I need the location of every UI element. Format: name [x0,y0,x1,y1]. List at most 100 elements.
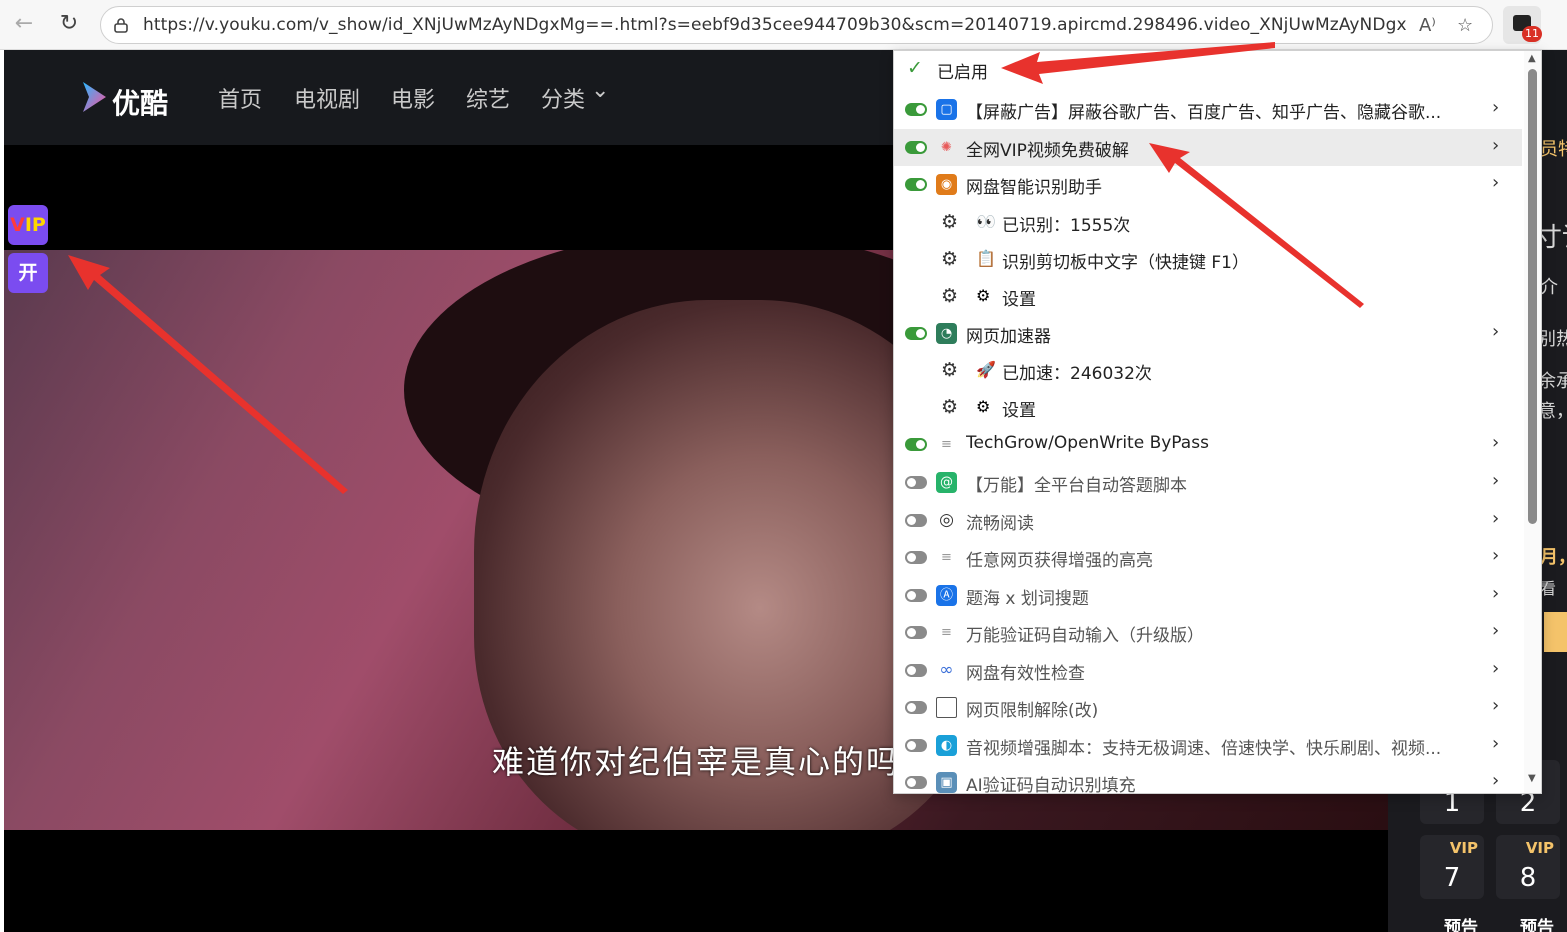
script-label: 网盘智能识别助手 [966,178,1102,198]
back-icon[interactable]: ← [10,10,38,38]
site-info-icon[interactable] [113,17,129,33]
open-float-button[interactable]: 开 [8,253,48,293]
script-row[interactable]: ≡ 万能验证码自动输入（升级版） › [894,614,1522,651]
script-submenu-row[interactable]: ⚙ 🚀 已加速：246032次 [894,352,1522,389]
chevron-right-icon[interactable]: › [1492,172,1499,193]
nav-tv[interactable]: 电视剧 [294,82,360,114]
script-row[interactable]: ≡ TechGrow/OpenWrite ByPass › [894,426,1522,463]
player-letterbox-bottom [4,830,1388,932]
side-fragment: 看 [1540,579,1557,598]
script-row[interactable]: ▯ 网页限制解除(改) › [894,689,1522,726]
extension-button[interactable]: 11 [1503,6,1542,44]
vip-float-button[interactable]: VIP [8,205,48,245]
script-row[interactable]: ≡ 任意网页获得增强的高亮 › [894,539,1522,576]
side-fragment: 月， [1540,547,1567,568]
page-icon: ▯ [936,697,957,718]
toggle-knob [907,703,916,712]
chevron-right-icon[interactable]: › [1492,695,1499,716]
preview-label[interactable]: 预告 [1520,913,1554,932]
scroll-thumb[interactable] [1528,69,1537,524]
chevron-right-icon[interactable]: › [1492,658,1499,679]
reload-icon[interactable]: ↻ [55,10,83,38]
episode-tile[interactable]: VIP 8 [1496,835,1560,899]
script-submenu-row[interactable]: ⚙ 📋 识别剪切板中文字（快捷键 F1） [894,241,1522,278]
enabled-row[interactable]: ✓ 已启用 [894,51,1522,88]
eye-icon: ◎ [939,509,954,530]
chevron-right-icon[interactable]: › [1492,583,1499,604]
url-text[interactable]: https://v.youku.com/v_show/id_XNjUwMzAyN… [143,15,1408,35]
script-label: 题海 x 划词搜题 [966,588,1089,609]
youku-logo[interactable]: 优酷 [80,80,168,120]
script-label: 流畅阅读 [966,513,1034,534]
script-row[interactable]: ▢ 【屏蔽广告】屏蔽谷歌广告、百度广告、知乎广告、隐藏谷歌... › [894,91,1522,128]
script-row[interactable]: ◎ 流畅阅读 › [894,502,1522,539]
scroll-up-icon[interactable]: ▲ [1528,53,1536,64]
script-toggle[interactable] [905,701,927,714]
scroll-down-icon[interactable]: ▼ [1528,773,1536,784]
vip-ip-letters: IP [24,214,46,236]
script-toggle[interactable] [905,776,927,789]
script-toggle[interactable] [905,103,927,116]
script-toggle[interactable] [905,551,927,564]
script-row[interactable]: ◔ 网页加速器 › [894,315,1522,352]
script-toggle[interactable] [905,513,927,527]
script-row[interactable]: ◐ 音视频增强脚本：支持无极调速、倍速快学、快乐刷剧、视频... › [894,727,1522,764]
script-toggle[interactable] [905,437,927,451]
chevron-right-icon[interactable]: › [1492,135,1499,156]
logo-text: 优酷 [112,87,169,120]
episode-number: 8 [1519,863,1537,893]
episode-number: 7 [1443,863,1461,893]
chevron-right-icon[interactable]: › [1492,733,1499,754]
script-toggle[interactable] [905,738,927,752]
favorite-star-icon[interactable]: ☆ [1457,15,1473,36]
address-bar[interactable]: https://v.youku.com/v_show/id_XNjUwMzAyN… [100,6,1493,44]
side-fragment: 余承 [1538,371,1567,392]
script-toggle[interactable] [905,626,927,639]
side-fragment: 别热 [1538,329,1567,350]
script-toggle[interactable] [905,326,927,340]
toggle-knob [907,553,916,562]
script-row[interactable]: ◉ 网盘智能识别助手 › [894,166,1522,203]
script-row[interactable]: ∞ 网盘有效性检查 › [894,652,1522,689]
script-toggle[interactable] [905,663,927,677]
script-row[interactable]: ▣ AI验证码自动识别填充 › [894,764,1522,793]
chevron-right-icon[interactable]: › [1492,432,1499,453]
toggle-knob [907,515,916,525]
nav-movie[interactable]: 电影 [391,82,435,114]
chevron-right-icon[interactable]: › [1492,470,1499,491]
read-aloud-icon[interactable]: A⁾ [1419,15,1436,36]
script-toggle[interactable] [905,588,927,602]
script-submenu-row[interactable]: ⚙ ⚙ 设置 [894,389,1522,426]
script-submenu-row[interactable]: ⚙ ⚙ 设置 [894,278,1522,315]
nav-category[interactable]: 分类 [541,82,585,114]
chevron-down-icon[interactable]: ⌄ [591,78,609,103]
promo-strip[interactable] [1544,612,1567,652]
script-submenu-row[interactable]: ⚙ 👀 已识别：1555次 [894,204,1522,241]
nav-home[interactable]: 首页 [218,82,262,114]
chevron-right-icon[interactable]: › [1492,620,1499,641]
episode-tile[interactable]: VIP 7 [1420,835,1484,899]
script-toggle[interactable] [905,475,927,489]
script-row[interactable]: Ⓐ 题海 x 划词搜题 › [894,577,1522,614]
script-label: 音视频增强脚本：支持无极调速、倍速快学、快乐刷剧、视频... [966,738,1442,759]
script-row[interactable]: @ 【万能】全平台自动答题脚本 › [894,464,1522,501]
chevron-right-icon[interactable]: › [1492,545,1499,566]
chevron-right-icon[interactable]: › [1492,770,1499,791]
toggle-knob [907,778,916,787]
preview-label[interactable]: 预告 [1444,913,1478,932]
enabled-label: 已启用 [937,63,988,83]
chevron-right-icon[interactable]: › [1492,97,1499,118]
vip-badge: VIP [1449,839,1478,857]
script-toggle[interactable] [905,178,927,191]
gears-icon: ⚙ [941,358,959,381]
link-check-icon: ∞ [939,659,954,680]
menu-scrollbar[interactable]: ▲ ▼ [1524,51,1541,793]
script-toggle[interactable] [905,140,927,154]
command-label: 已识别：1555次 [1002,215,1131,236]
toggle-knob [907,665,916,675]
chevron-right-icon[interactable]: › [1492,508,1499,529]
chevron-right-icon[interactable]: › [1492,321,1499,342]
script-row[interactable]: ✺ 全网VIP视频免费破解 › [894,128,1522,166]
script-label: 网页限制解除(改) [966,701,1099,721]
nav-variety[interactable]: 综艺 [466,82,510,114]
